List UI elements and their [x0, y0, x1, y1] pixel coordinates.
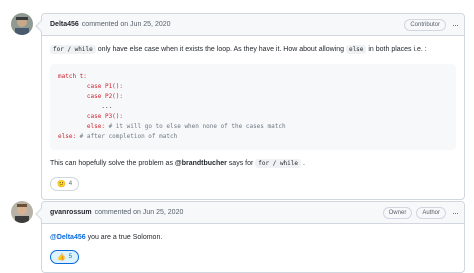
- confused-emoji-icon: 😕: [57, 180, 66, 188]
- code-line: case P2():: [58, 93, 124, 100]
- code-comment: # after completion of match: [76, 133, 178, 140]
- comment-paragraph: @Delta456 you are a true Solomon.: [50, 232, 456, 243]
- inline-code: for / while: [50, 45, 96, 54]
- avatar-gvanrossum[interactable]: [11, 201, 33, 223]
- code-line: case P3():: [58, 113, 124, 120]
- author-badge: Author: [416, 206, 446, 219]
- user-mention[interactable]: @brandtbucher: [175, 160, 227, 167]
- comment-timestamp[interactable]: commented on Jun 25, 2020: [95, 209, 184, 216]
- paragraph-text: you are a true Solomon.: [85, 234, 163, 241]
- code-block: match t: case P1(): case P2(): ... case …: [50, 64, 456, 150]
- code-comment: # it will go to else when none of the ca…: [104, 123, 286, 130]
- code-line: case P1():: [58, 83, 124, 90]
- thumbs-up-emoji-icon: 👍: [57, 253, 66, 261]
- paragraph-text: This can hopefully solve the problem as: [50, 160, 175, 167]
- comment-header: gvanrossum commented on Jun 25, 2020 Own…: [42, 202, 464, 224]
- comment-body: for / while only have else case when it …: [42, 36, 464, 199]
- inline-code: for / while: [255, 159, 302, 168]
- code-line: else:: [58, 123, 105, 130]
- comment-author[interactable]: gvanrossum: [50, 209, 92, 216]
- owner-badge: Owner: [382, 206, 413, 219]
- reaction-count: 5: [68, 253, 73, 260]
- code-line: else:: [58, 133, 77, 140]
- kebab-menu-icon[interactable]: ···: [452, 20, 459, 30]
- comment-paragraph: for / while only have else case when it …: [50, 44, 456, 55]
- inline-code: else: [345, 45, 367, 54]
- comment-gvanrossum: gvanrossum commented on Jun 25, 2020 Own…: [35, 201, 465, 273]
- reaction-button[interactable]: 👍 5: [50, 250, 80, 264]
- paragraph-text: .: [301, 160, 305, 167]
- reaction-button[interactable]: 😕 4: [50, 177, 80, 191]
- code-line: ...: [58, 103, 113, 110]
- user-mention[interactable]: @Delta456: [50, 234, 86, 241]
- comment-timestamp[interactable]: commented on Jun 25, 2020: [82, 21, 171, 28]
- paragraph-text: says for: [226, 160, 256, 167]
- contributor-badge: Contributor: [404, 18, 446, 31]
- comment-body: @Delta456 you are a true Solomon. 👍 5: [42, 224, 464, 272]
- code-line: match t:: [58, 73, 87, 80]
- avatar-delta456[interactable]: [11, 13, 33, 35]
- kebab-menu-icon[interactable]: ···: [452, 208, 459, 218]
- comment-author[interactable]: Delta456: [50, 21, 79, 28]
- paragraph-text: only have else case when it exists the l…: [95, 46, 346, 53]
- comment-header: Delta456 commented on Jun 25, 2020 Contr…: [42, 14, 464, 36]
- comment-paragraph: This can hopefully solve the problem as …: [50, 158, 456, 169]
- comment-delta456: Delta456 commented on Jun 25, 2020 Contr…: [35, 13, 465, 200]
- reaction-count: 4: [68, 180, 73, 187]
- paragraph-text: in both places i.e. :: [366, 46, 427, 53]
